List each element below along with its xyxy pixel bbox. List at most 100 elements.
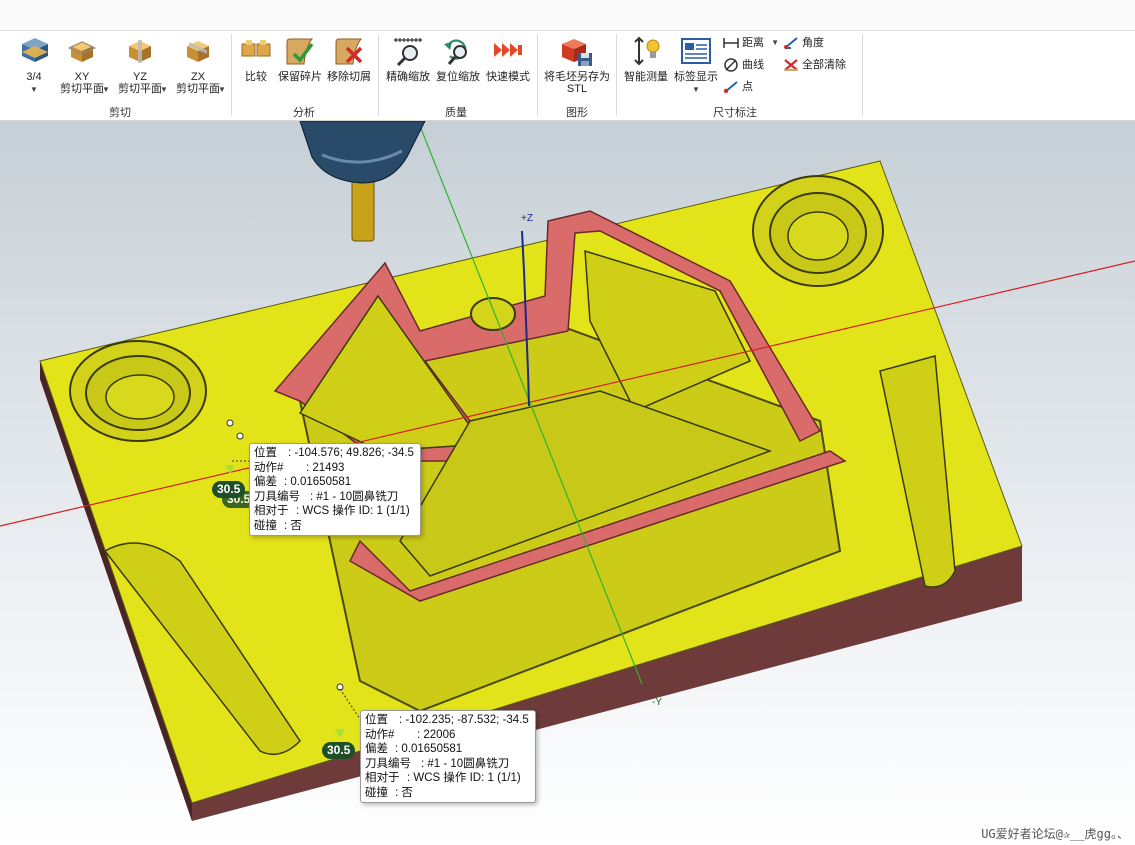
tooltip-collision-label: 碰撞 [365, 786, 388, 799]
fast-mode-button[interactable]: 快速模式 [484, 36, 532, 96]
tooltip-collision-label: 碰撞 [254, 519, 277, 532]
point-icon [723, 81, 738, 94]
tooltip-rel-value: : WCS 操作 ID: 1 (1/1) [407, 772, 521, 784]
group-separator [231, 34, 232, 116]
save-stl-sub-label: STL [566, 83, 588, 95]
fine-zoom-button[interactable]: 精确缩放 [384, 36, 432, 96]
curve-button[interactable]: 曲线 [723, 57, 764, 73]
tooltip-tool-label: 刀具编号 [365, 757, 411, 770]
smart-measure-label: 智能测量 [624, 71, 668, 83]
tooltip-pos-label: 位置 [365, 714, 388, 726]
tooltip-tool-value: : #1 - 10圆鼻铣刀 [310, 490, 399, 503]
zx-sub-label: 剪切平面 [176, 83, 220, 95]
axis-y-label: -Y [652, 697, 662, 708]
center-hole [470, 297, 516, 331]
xy-clip-plane-button[interactable]: XY 剪切平面 ▼ [56, 36, 110, 96]
keep-chips-button[interactable]: 保留碎片 [277, 36, 323, 96]
group-label-graphics: 图形 [566, 107, 588, 119]
remove-cut-button[interactable]: 移除切屑 [326, 36, 372, 96]
label-display-label: 标签显示 [674, 71, 718, 83]
zx-clip-plane-button[interactable]: ZX 剪切平面 ▼ [172, 36, 226, 96]
remove-chips-icon [335, 38, 363, 65]
angle-icon [784, 37, 798, 50]
chevron-down-icon: ▼ [160, 85, 168, 94]
chevron-down-icon: ▼ [692, 85, 700, 94]
reset-zoom-icon [444, 39, 467, 65]
fine-zoom-label: 精确缩放 [386, 71, 430, 83]
keep-chips-icon [286, 38, 314, 65]
group-separator [537, 34, 538, 116]
3d-viewport[interactable]: +Z -Y 30.5 30.5 30.5 位置: -104.576; 49.82… [0, 121, 1135, 845]
xy-sub-label: 剪切平面 [60, 83, 104, 95]
distance-label: 距离 [742, 37, 764, 49]
milling-tool [299, 121, 426, 242]
reset-zoom-button[interactable]: 复位缩放 [434, 36, 482, 96]
reset-zoom-label: 复位缩放 [436, 71, 480, 83]
point-button[interactable]: 点 [723, 79, 753, 95]
view-3-4-label: 3/4 [26, 71, 42, 83]
measure-point-1 [226, 419, 234, 427]
group-separator [862, 34, 863, 116]
dimension-badge-2: 30.5 [322, 742, 356, 759]
clear-all-icon [784, 59, 798, 72]
fast-forward-icon [494, 43, 522, 57]
xy-label: XY [74, 71, 90, 83]
chevron-down-icon: ▼ [771, 38, 779, 47]
tooltip-action-label: 动作# [254, 461, 284, 474]
keep-chips-label: 保留碎片 [278, 71, 322, 83]
xy-plane-icon [67, 41, 97, 62]
compare-icon [241, 40, 271, 57]
save-stl-label: 将毛坯另存为 [544, 71, 610, 83]
tooltip-action-value: : 22006 [417, 728, 456, 741]
fast-mode-label: 快速模式 [486, 71, 530, 83]
tooltip-tol-value: : 0.01650581 [284, 476, 352, 488]
forum-watermark: UG爱好者论坛@✰__虎gg。、 [981, 827, 1129, 841]
zx-plane-icon [187, 41, 209, 62]
yz-sub-label: 剪切平面 [118, 83, 162, 95]
fine-zoom-icon [394, 38, 422, 66]
label-display-icon [681, 38, 711, 64]
iso-view-icon [22, 38, 48, 62]
clear-all-label: 全部清除 [802, 59, 846, 71]
group-separator [616, 34, 617, 116]
ribbon-tab-strip [0, 0, 1135, 31]
distance-button[interactable]: 距离 ▼ [723, 35, 779, 51]
curve-icon [724, 58, 738, 72]
tooltip-point-2: 位置: -102.235; -87.532; -34.5 动作#: 22006 … [360, 710, 536, 803]
simulation-scene[interactable]: +Z -Y [0, 121, 1135, 845]
group-label-cut: 剪切 [109, 107, 131, 119]
group-separator [378, 34, 379, 116]
point-label: 点 [742, 81, 753, 93]
tooltip-collision-value: : 否 [395, 786, 413, 799]
tooltip-action-label: 动作# [365, 728, 395, 741]
tooltip-tol-label: 偏差 [365, 743, 388, 755]
chevron-down-icon: ▼ [218, 85, 226, 94]
save-stl-icon [562, 39, 592, 66]
save-stock-stl-button[interactable]: 将毛坯另存为 STL [542, 36, 612, 96]
measure-point-2 [236, 432, 244, 440]
yz-label: YZ [132, 71, 148, 83]
curve-label: 曲线 [742, 59, 764, 71]
compare-button[interactable]: 比较 [236, 36, 276, 96]
tooltip-tol-label: 偏差 [254, 476, 277, 488]
group-label-quality: 质量 [445, 107, 467, 119]
remove-cut-label: 移除切屑 [327, 71, 371, 83]
tooltip-pos-value: : -102.235; -87.532; -34.5 [399, 714, 529, 726]
clear-all-button[interactable]: 全部清除 [783, 57, 846, 73]
counterbore-left [69, 340, 207, 442]
group-label-dimension: 尺寸标注 [713, 107, 757, 119]
axis-z-label: +Z [521, 213, 533, 224]
tooltip-collision-value: : 否 [284, 519, 302, 532]
zx-label: ZX [190, 71, 206, 83]
smart-measure-button[interactable]: 智能测量 [622, 36, 670, 96]
view-3-4-button[interactable]: 3/4 ▼ [14, 36, 54, 96]
tooltip-tool-label: 刀具编号 [254, 490, 300, 503]
angle-button[interactable]: 角度 [783, 35, 824, 51]
tooltip-pos-value: : -104.576; 49.826; -34.5 [288, 447, 414, 459]
ribbon-toolbar: 3/4 ▼ XY 剪切平面 ▼ YZ 剪切平面 ▼ ZX 剪切平面 ▼ 剪切 比… [0, 0, 1135, 121]
label-display-button[interactable]: 标签显示 ▼ [672, 36, 720, 96]
group-label-analysis: 分析 [293, 107, 315, 119]
yz-clip-plane-button[interactable]: YZ 剪切平面 ▼ [114, 36, 168, 96]
tooltip-pos-label: 位置 [254, 447, 277, 459]
chevron-down-icon: ▼ [102, 85, 110, 94]
